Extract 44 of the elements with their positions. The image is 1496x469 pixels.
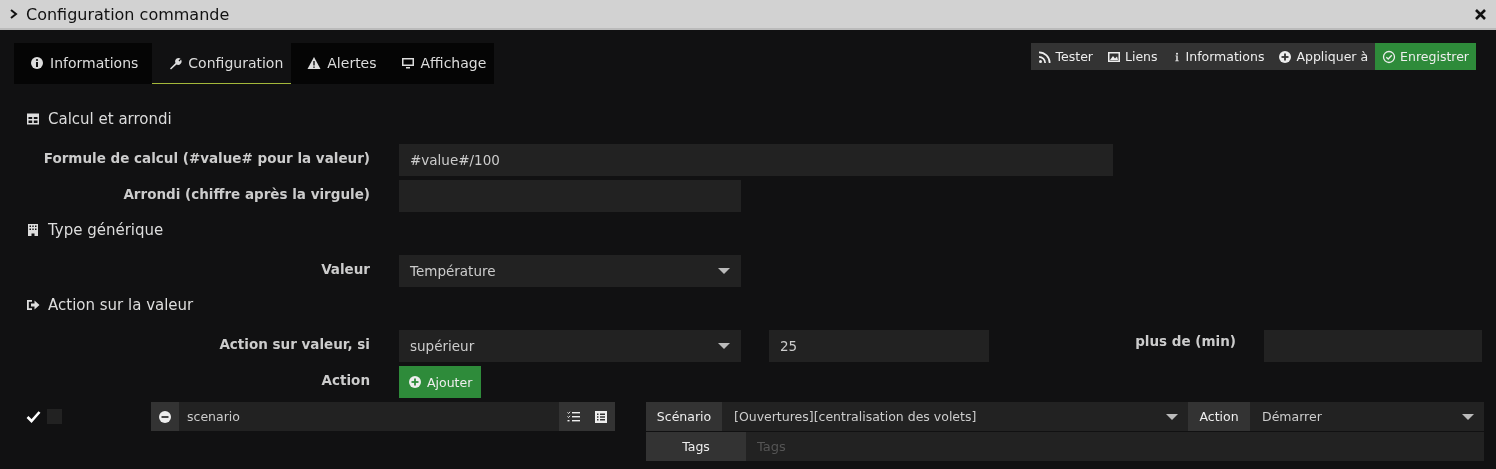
- field-label: Tags: [646, 432, 746, 461]
- field-label: Action sur valeur, si: [218, 335, 370, 354]
- threshold-field[interactable]: 25: [769, 330, 989, 362]
- wrench-icon: [168, 56, 183, 70]
- rss-icon: [1037, 49, 1052, 64]
- minus-icon: [158, 409, 172, 424]
- chevron-icon[interactable]: [10, 9, 18, 19]
- action-select[interactable]: Démarrer: [1250, 402, 1484, 431]
- window-title: Configuration commande: [26, 4, 231, 24]
- field-label: Action: [1188, 402, 1250, 431]
- plus-icon: [408, 375, 422, 389]
- table-icon: [26, 112, 40, 126]
- field-label: Valeur: [320, 260, 370, 279]
- field-label: Formule de calcul (#value# pour la valeur): [42, 149, 370, 168]
- section-title: Type générique: [48, 221, 164, 239]
- command-field[interactable]: scenario: [151, 402, 615, 431]
- toolbar-button[interactable]: Enregistrer: [1375, 43, 1476, 70]
- section-title: Calcul et arrondi: [48, 110, 172, 128]
- sign-out-icon: [26, 298, 40, 312]
- list-icon: [595, 410, 607, 423]
- field-label: Arrondi (chiffre après la virgule): [122, 185, 370, 204]
- checklist-icon: [566, 410, 580, 423]
- remove-button[interactable]: [151, 402, 179, 431]
- section-title: Action sur la valeur: [48, 296, 194, 314]
- monitor-icon: [400, 56, 415, 70]
- field-label: plus de (min): [1134, 332, 1237, 349]
- building-icon: [26, 223, 40, 237]
- add-button[interactable]: Ajouter: [399, 366, 482, 398]
- formula-field[interactable]: #value#/100: [399, 144, 1113, 176]
- scenario-select[interactable]: [Ouvertures][centralisation des volets]: [722, 402, 1188, 431]
- check-circle-icon: [1382, 49, 1397, 64]
- field-label: Action: [320, 371, 370, 390]
- close-icon[interactable]: [1475, 8, 1486, 20]
- type-select[interactable]: Température: [399, 255, 741, 287]
- tab[interactable]: Configuration: [152, 43, 292, 84]
- image-icon: [1107, 49, 1121, 64]
- condition-select[interactable]: supérieur: [399, 330, 741, 362]
- field-label: Scénario: [646, 402, 722, 431]
- checkbox[interactable]: [26, 409, 41, 424]
- info-icon: [30, 56, 44, 70]
- warning-icon: [307, 56, 322, 70]
- plus-icon: [1278, 49, 1293, 64]
- list-check-button[interactable]: [559, 402, 587, 431]
- list-button[interactable]: [587, 402, 615, 431]
